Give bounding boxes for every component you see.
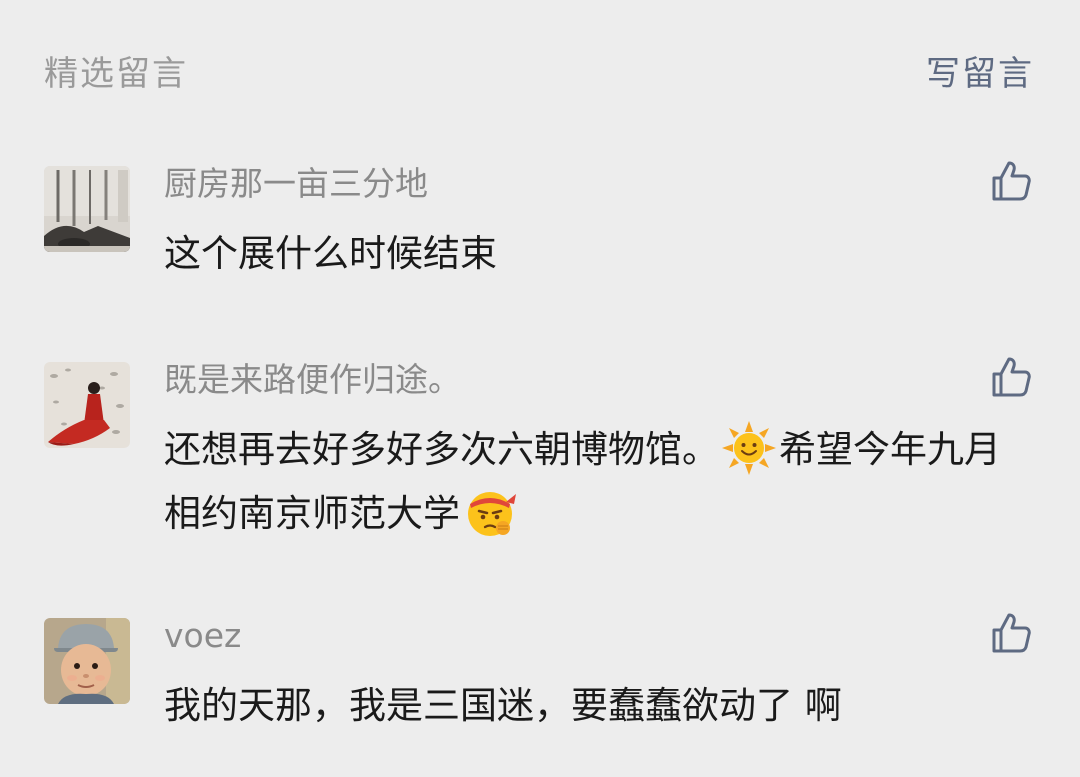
- featured-comments-title: 精选留言: [44, 54, 188, 94]
- kitchen-photo-avatar: [44, 166, 130, 252]
- avatar[interactable]: [44, 618, 130, 704]
- comment-text: 这个展什么时候结束: [164, 232, 497, 275]
- avatar[interactable]: [44, 362, 130, 448]
- thumbs-up-icon[interactable]: [988, 610, 1034, 656]
- comment-author[interactable]: voez: [164, 614, 241, 658]
- comment-text-part: 还想再去好多好多次六朝博物馆。: [164, 428, 719, 471]
- baby-photo-avatar: [44, 618, 130, 704]
- woman-red-dress-avatar: [44, 362, 130, 448]
- comment-item: 既是来路便作归途。 还想再去好多好多次六朝博物馆。 希望今年九月相约南京师范大学: [0, 357, 1080, 542]
- thumbs-up-icon[interactable]: [988, 158, 1034, 204]
- comment-text: 我的天那，我是三国迷，要蠢蠢欲动了 啊: [164, 684, 842, 727]
- comment-author[interactable]: 既是来路便作归途。: [164, 358, 461, 402]
- comments-header: 精选留言 写留言: [0, 0, 1080, 130]
- comment-item: voez 我的天那，我是三国迷，要蠢蠢欲动了 啊: [0, 613, 1080, 738]
- comment-item: 厨房那一亩三分地 这个展什么时候结束: [0, 161, 1080, 276]
- thumbs-up-icon[interactable]: [988, 354, 1034, 400]
- avatar[interactable]: [44, 166, 130, 252]
- determined-face-emoji-icon: [468, 491, 516, 536]
- comment-author[interactable]: 厨房那一亩三分地: [164, 162, 428, 206]
- write-comment-link[interactable]: 写留言: [926, 52, 1034, 96]
- comment-text: 还想再去好多好多次六朝博物馆。 希望今年九月相约南京师范大学: [164, 418, 1034, 546]
- sun-emoji-icon: [722, 420, 776, 475]
